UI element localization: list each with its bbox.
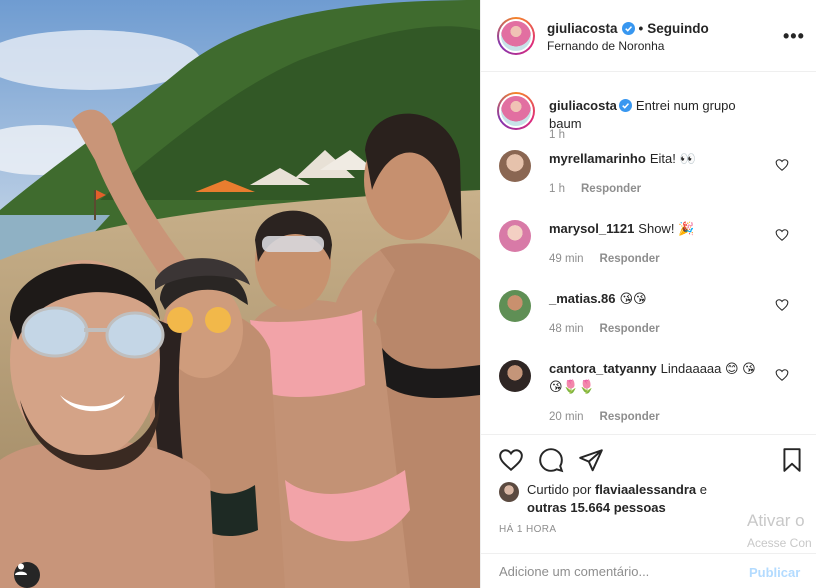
caption-time: 1 h — [549, 129, 565, 141]
post-actions: Curtido por flaviaalessandra e outras 15… — [481, 434, 816, 588]
likes-text: Curtido por flaviaalessandra e outras 15… — [527, 481, 727, 517]
liked-by-prefix: Curtido por — [527, 482, 592, 497]
more-options-icon[interactable]: ••• — [783, 26, 805, 47]
windows-activation-subtext: Acesse Con — [747, 536, 812, 550]
publish-button[interactable]: Publicar — [749, 565, 800, 580]
save-bookmark-icon[interactable] — [779, 447, 805, 473]
like-comment-heart-icon[interactable] — [775, 158, 789, 172]
post-side-panel: giuliacosta • Seguindo Fernando de Noron… — [480, 0, 816, 588]
comment-avatar[interactable] — [499, 290, 531, 322]
comment-bubble-icon[interactable] — [538, 447, 564, 473]
comment-time: 20 min — [549, 411, 584, 423]
like-comment-heart-icon[interactable] — [775, 368, 789, 382]
add-comment-input[interactable] — [499, 564, 739, 579]
location-link[interactable]: Fernando de Noronha — [547, 39, 664, 53]
post-photo[interactable] — [0, 0, 480, 588]
post-header: giuliacosta • Seguindo Fernando de Noron… — [481, 0, 816, 72]
author-line: giuliacosta • Seguindo — [547, 21, 709, 36]
tagged-users-icon[interactable] — [14, 562, 40, 588]
like-comment-heart-icon[interactable] — [775, 298, 789, 312]
comment-meta: 48 min Responder — [549, 323, 660, 335]
likes-and: e — [699, 482, 707, 497]
comment-item: myrellamarinho Eita! 👀 — [549, 150, 769, 168]
comment-time: 49 min — [549, 253, 584, 265]
add-comment-bar: Publicar — [481, 553, 816, 588]
comment-time: 48 min — [549, 323, 584, 335]
comment-time: 1 h — [549, 183, 565, 195]
share-send-icon[interactable] — [578, 447, 604, 473]
comment-text: Eita! 👀 — [649, 151, 696, 166]
beach-selfie-illustration — [0, 0, 480, 588]
reply-button[interactable]: Responder — [600, 253, 660, 265]
comment-item: marysol_1121 Show! 🎉 — [549, 220, 769, 238]
author-username[interactable]: giuliacosta — [547, 21, 618, 36]
post-timestamp: HÁ 1 HORA — [499, 524, 557, 535]
comment-text: Show! 🎉 — [638, 221, 695, 236]
reply-button[interactable]: Responder — [581, 183, 641, 195]
comment-username[interactable]: myrellamarinho — [549, 151, 646, 166]
liker-avatar[interactable] — [499, 482, 519, 502]
caption-author-avatar[interactable] — [497, 92, 535, 130]
comment-avatar[interactable] — [499, 360, 531, 392]
like-comment-heart-icon[interactable] — [775, 228, 789, 242]
likes-summary: Curtido por flaviaalessandra e outras 15… — [499, 481, 727, 517]
comment-meta: 49 min Responder — [549, 253, 660, 265]
likes-others-link[interactable]: outras 15.664 pessoas — [527, 500, 666, 515]
like-heart-icon[interactable] — [498, 447, 524, 473]
comment-meta: 20 min Responder — [549, 411, 660, 423]
verified-badge-icon — [621, 22, 635, 35]
caption: giuliacosta Entrei num grupo baum — [549, 97, 769, 133]
windows-activation-watermark: Ativar o — [747, 511, 805, 530]
comment-avatar[interactable] — [499, 150, 531, 182]
comment-item: cantora_tatyanny Lindaaaaa 😊 😘😘🌷🌷 — [549, 360, 769, 396]
verified-badge-icon — [618, 99, 632, 112]
author-avatar[interactable] — [497, 17, 535, 55]
comment-username[interactable]: _matias.86 — [549, 291, 616, 306]
reply-button[interactable]: Responder — [600, 323, 660, 335]
comment-item: _matias.86 😘😘 — [549, 290, 769, 308]
comment-text: 😘😘 — [619, 291, 647, 306]
comments-list: giuliacosta Entrei num grupo baum 1 h myr… — [481, 72, 816, 434]
comment-username[interactable]: cantora_tatyanny — [549, 361, 657, 376]
separator-dot: • — [638, 21, 644, 36]
follow-status-button[interactable]: Seguindo — [647, 21, 709, 36]
caption-username[interactable]: giuliacosta — [549, 98, 617, 113]
comment-username[interactable]: marysol_1121 — [549, 221, 634, 236]
liker-username[interactable]: flaviaalessandra — [595, 482, 696, 497]
comment-avatar[interactable] — [499, 220, 531, 252]
comment-meta: 1 h Responder — [549, 183, 641, 195]
reply-button[interactable]: Responder — [600, 411, 660, 423]
